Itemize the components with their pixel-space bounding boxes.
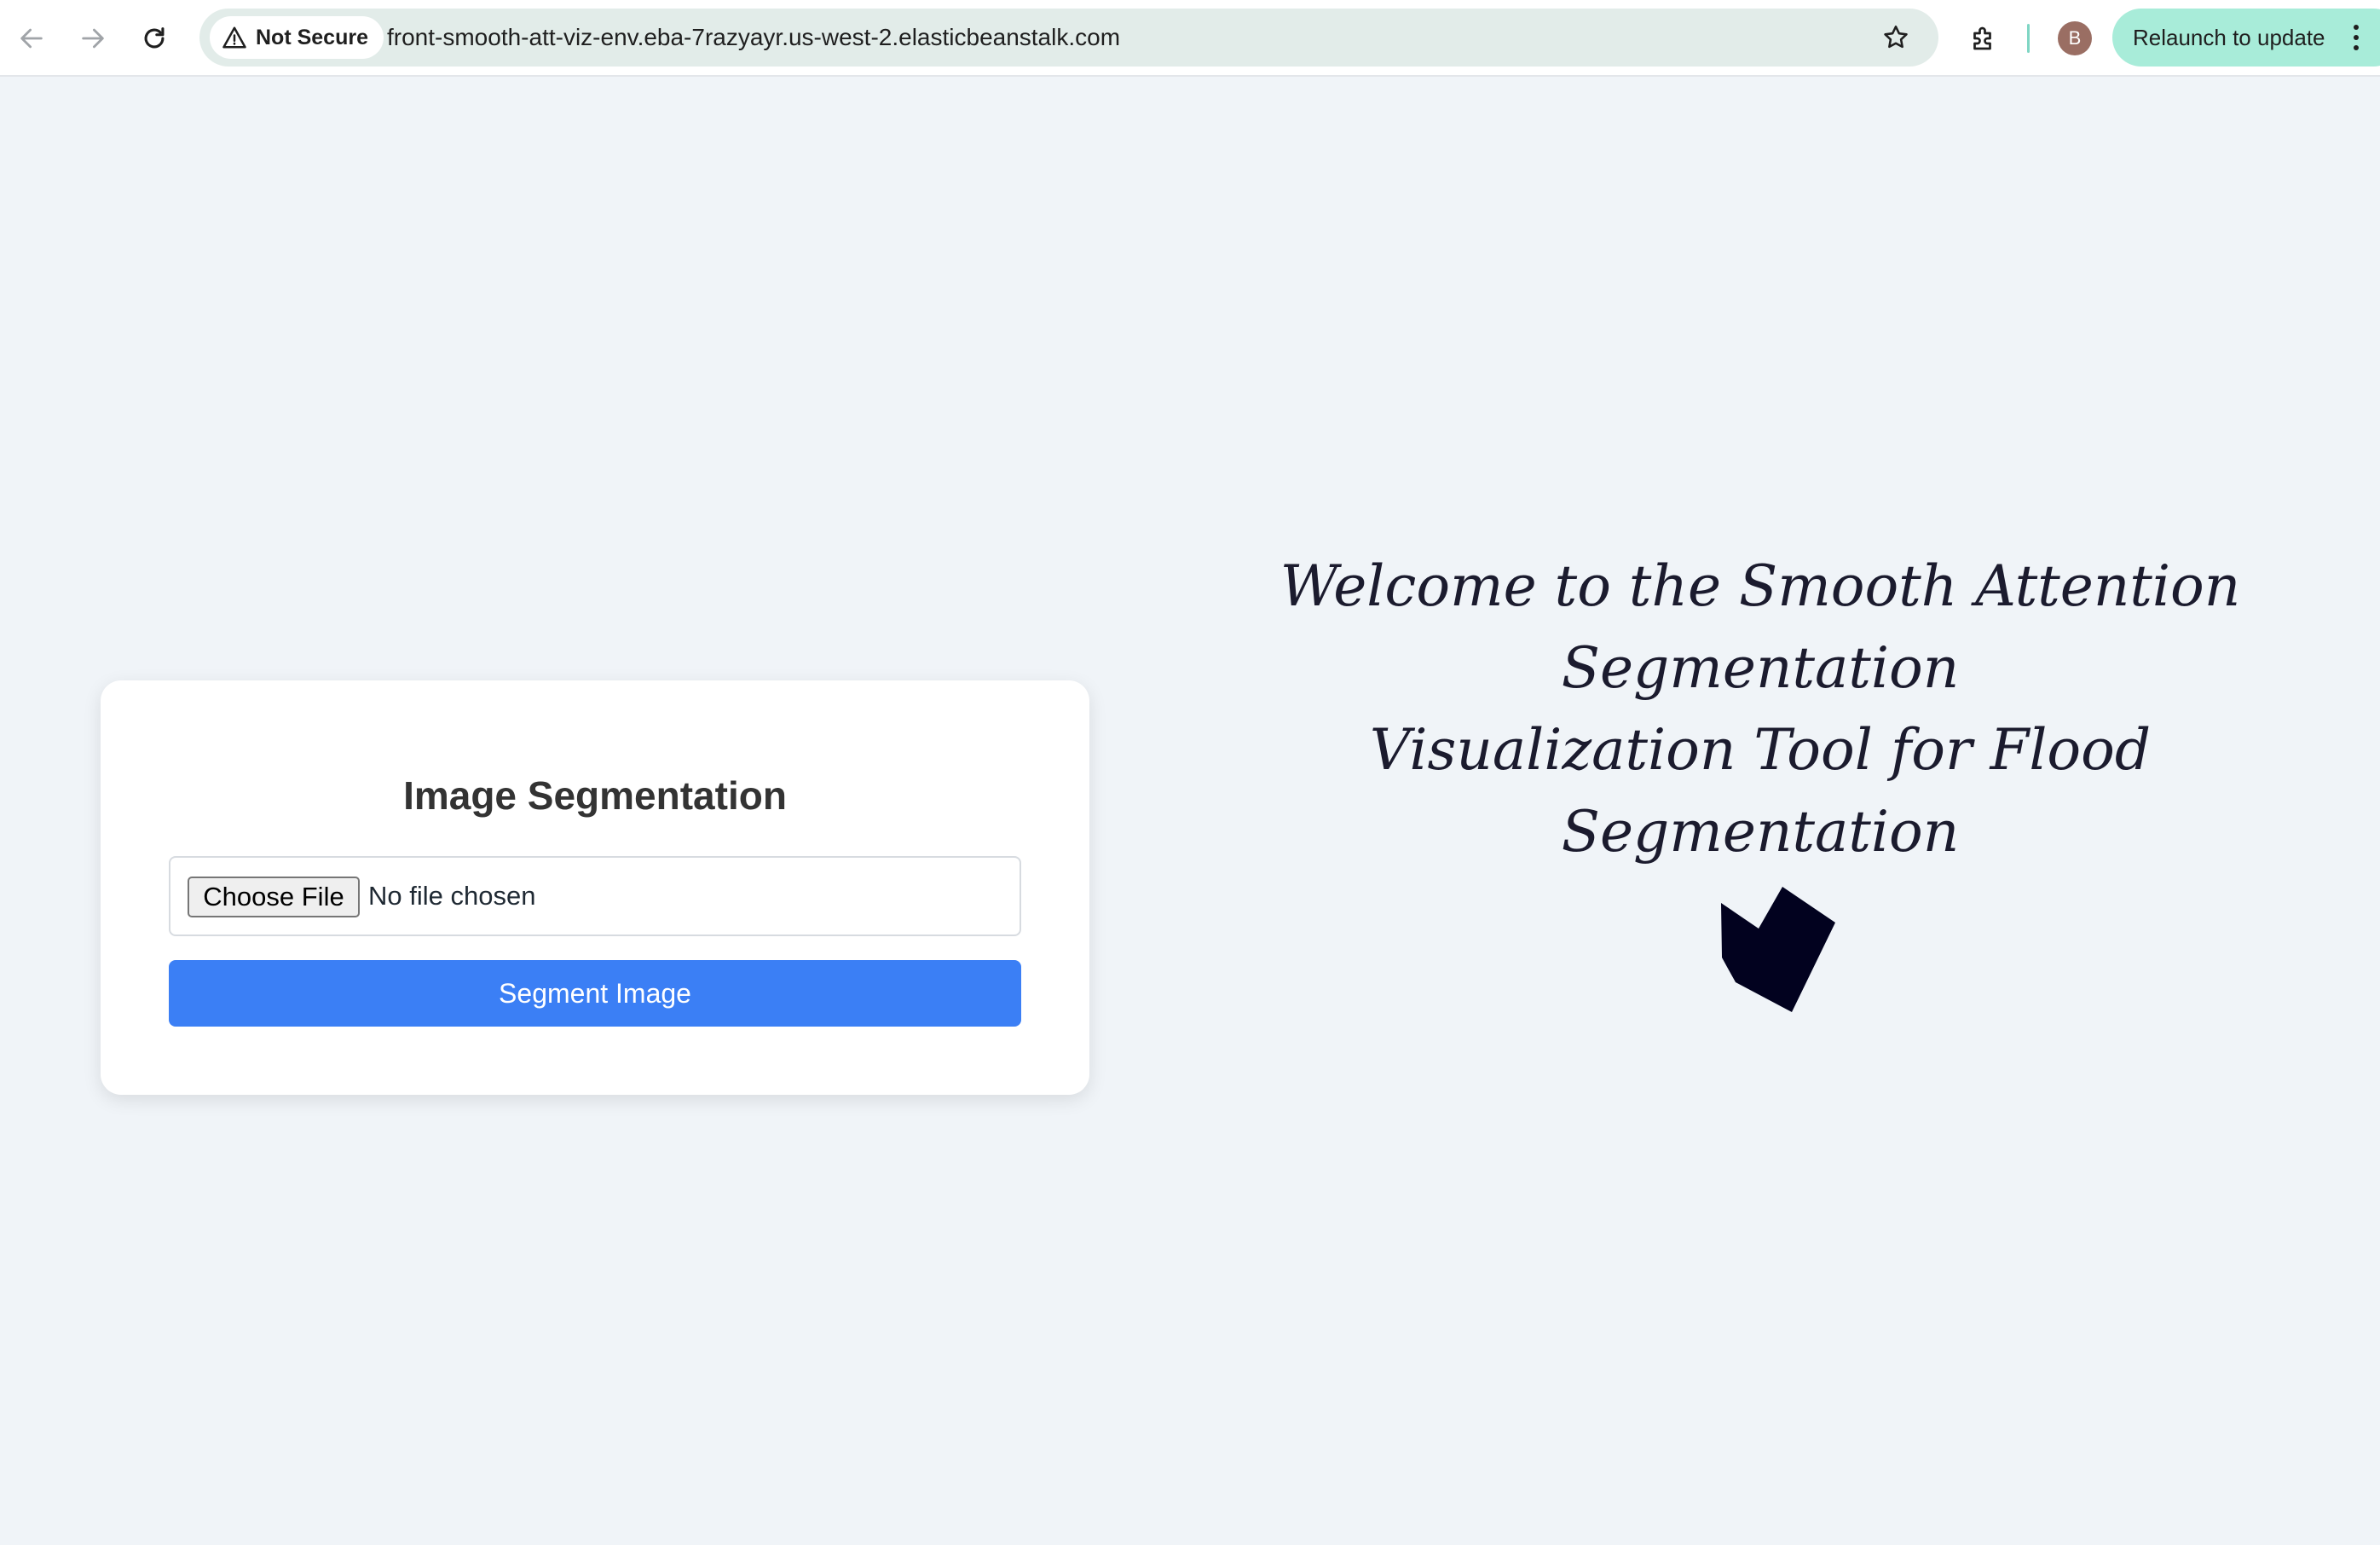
file-input[interactable]: Choose File No file chosen	[169, 856, 1021, 936]
card-title: Image Segmentation	[403, 773, 787, 818]
forward-arrow-icon[interactable]	[73, 19, 113, 58]
back-arrow-icon[interactable]	[12, 19, 51, 58]
menu-dots-icon[interactable]	[2348, 22, 2365, 56]
file-status-text: No file chosen	[368, 881, 536, 911]
segmentation-card: Image Segmentation Choose File No file c…	[101, 680, 1089, 1095]
address-bar[interactable]: Not Secure front-smooth-att-viz-env.eba-…	[199, 9, 1938, 67]
security-chip[interactable]: Not Secure	[210, 16, 384, 59]
relaunch-button[interactable]: Relaunch to update	[2112, 9, 2380, 67]
choose-file-button[interactable]: Choose File	[188, 877, 360, 917]
security-label: Not Secure	[256, 25, 368, 49]
cube-shape	[1721, 887, 1835, 1012]
reload-icon[interactable]	[135, 19, 174, 58]
profile-avatar[interactable]: B	[2058, 21, 2092, 55]
warning-triangle-icon	[222, 26, 246, 49]
browser-toolbar: Not Secure front-smooth-att-viz-env.eba-…	[0, 0, 2380, 77]
welcome-heading: Welcome to the Smooth Attention Segmenta…	[1210, 546, 2310, 873]
url-text[interactable]: front-smooth-att-viz-env.eba-7razyayr.us…	[387, 9, 1120, 67]
segment-image-button[interactable]: Segment Image	[169, 960, 1021, 1027]
extension-puzzle-icon[interactable]	[1964, 19, 2003, 58]
rotating-cube	[1654, 887, 1892, 1125]
star-icon[interactable]	[1879, 20, 1913, 55]
welcome-line-2: Visualization Tool for Flood Segmentatio…	[1369, 717, 2152, 865]
welcome-line-1: Welcome to the Smooth Attention Segmenta…	[1280, 553, 2241, 701]
toolbar-divider	[2027, 24, 2030, 53]
